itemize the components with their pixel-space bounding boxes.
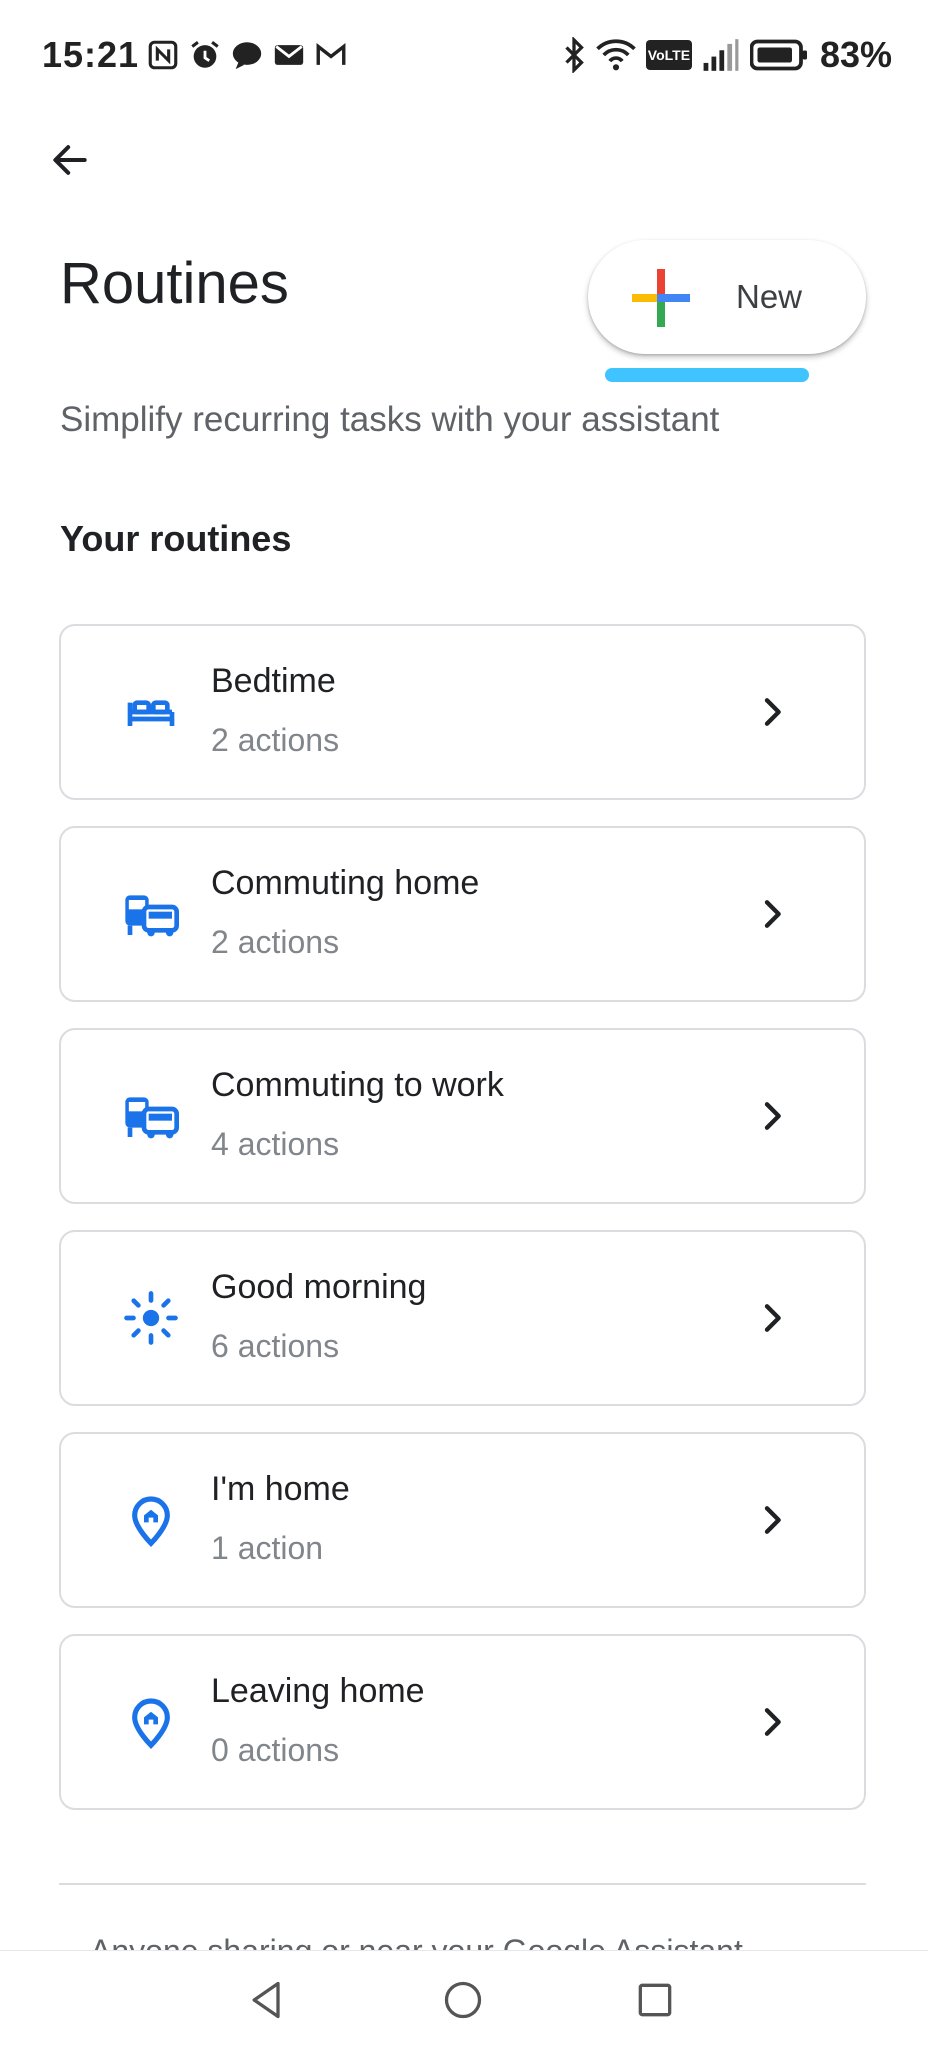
volte-icon: VoLTE: [645, 40, 692, 70]
routine-name: Commuting to work: [211, 1066, 504, 1104]
commute-icon: [125, 895, 179, 937]
page-title: Routines: [60, 251, 289, 316]
chevron-right-icon: [764, 900, 781, 928]
chevron-right-icon: [764, 1708, 781, 1736]
nav-home-button[interactable]: [436, 1973, 490, 2027]
routine-card-bedtime[interactable]: Bedtime 2 actions: [59, 624, 866, 800]
routine-action-count: 2 actions: [211, 924, 340, 960]
new-button-highlight: [605, 368, 809, 382]
home-pin-icon: [132, 1698, 170, 1749]
back-arrow-icon: [53, 145, 87, 175]
gmail-icon: [314, 38, 348, 72]
signal-icon: [703, 39, 739, 71]
chevron-right-icon: [764, 1304, 781, 1332]
square-recents-icon: [638, 1983, 672, 2017]
routine-action-count: 4 actions: [211, 1126, 340, 1162]
status-time: 15:21: [42, 34, 140, 75]
routine-card-leaving-home[interactable]: Leaving home 0 actions: [59, 1634, 866, 1810]
new-routine-button[interactable]: New: [588, 240, 866, 354]
status-bar: 15:21 VoLTE 83%: [0, 0, 928, 110]
circle-home-icon: [444, 1981, 482, 2019]
chevron-right-icon: [764, 698, 781, 726]
bluetooth-icon: [565, 37, 584, 73]
divider: [59, 1883, 866, 1885]
chevron-right-icon: [764, 1102, 781, 1130]
routine-card-im-home[interactable]: I'm home 1 action: [59, 1432, 866, 1608]
battery-percent: 83%: [819, 34, 892, 75]
bed-icon: [127, 700, 175, 726]
your-routines-heading: Your routines: [60, 518, 292, 559]
commute-icon: [125, 1097, 179, 1139]
routines-screen: 15:21 VoLTE 83% Routines New Simplify re…: [0, 0, 928, 2048]
sun-icon: [124, 1291, 178, 1345]
routine-card-commuting-home[interactable]: Commuting home 2 actions: [59, 826, 866, 1002]
mail-icon: [272, 38, 306, 72]
routine-card-commuting-to-work[interactable]: Commuting to work 4 actions: [59, 1028, 866, 1204]
routine-name: Bedtime: [211, 662, 336, 700]
routine-action-count: 2 actions: [211, 722, 340, 758]
page-subtitle: Simplify recurring tasks with your assis…: [60, 400, 720, 439]
system-nav-bar: [0, 1950, 928, 2048]
triangle-back-icon: [252, 1981, 280, 2019]
routine-list: Bedtime 2 actions Commuting home 2 actio…: [59, 624, 866, 1836]
new-button-label: New: [736, 278, 803, 315]
routine-card-good-morning[interactable]: Good morning 6 actions: [59, 1230, 866, 1406]
notification-icons: [146, 38, 348, 72]
battery-icon: [749, 39, 807, 71]
routine-action-count: 0 actions: [211, 1732, 340, 1768]
chat-icon: [230, 38, 264, 72]
nav-recents-button[interactable]: [628, 1973, 682, 2027]
routine-name: Good morning: [211, 1268, 427, 1306]
system-icons: VoLTE 83%: [562, 34, 892, 76]
routine-name: Commuting home: [211, 864, 480, 902]
chevron-right-icon: [764, 1506, 781, 1534]
plus-icon: [632, 269, 690, 327]
footer-note: Anyone sharing or near your Google Assis…: [90, 1928, 850, 1950]
nfc-icon: [146, 38, 180, 72]
routine-name: I'm home: [211, 1470, 350, 1508]
nav-back-button[interactable]: [240, 1973, 294, 2027]
wifi-icon: [596, 39, 636, 71]
back-button[interactable]: [40, 130, 100, 190]
routine-action-count: 6 actions: [211, 1328, 340, 1364]
routine-action-count: 1 action: [211, 1530, 324, 1566]
alarm-icon: [188, 38, 222, 72]
home-pin-icon: [132, 1496, 170, 1547]
routine-name: Leaving home: [211, 1672, 425, 1710]
